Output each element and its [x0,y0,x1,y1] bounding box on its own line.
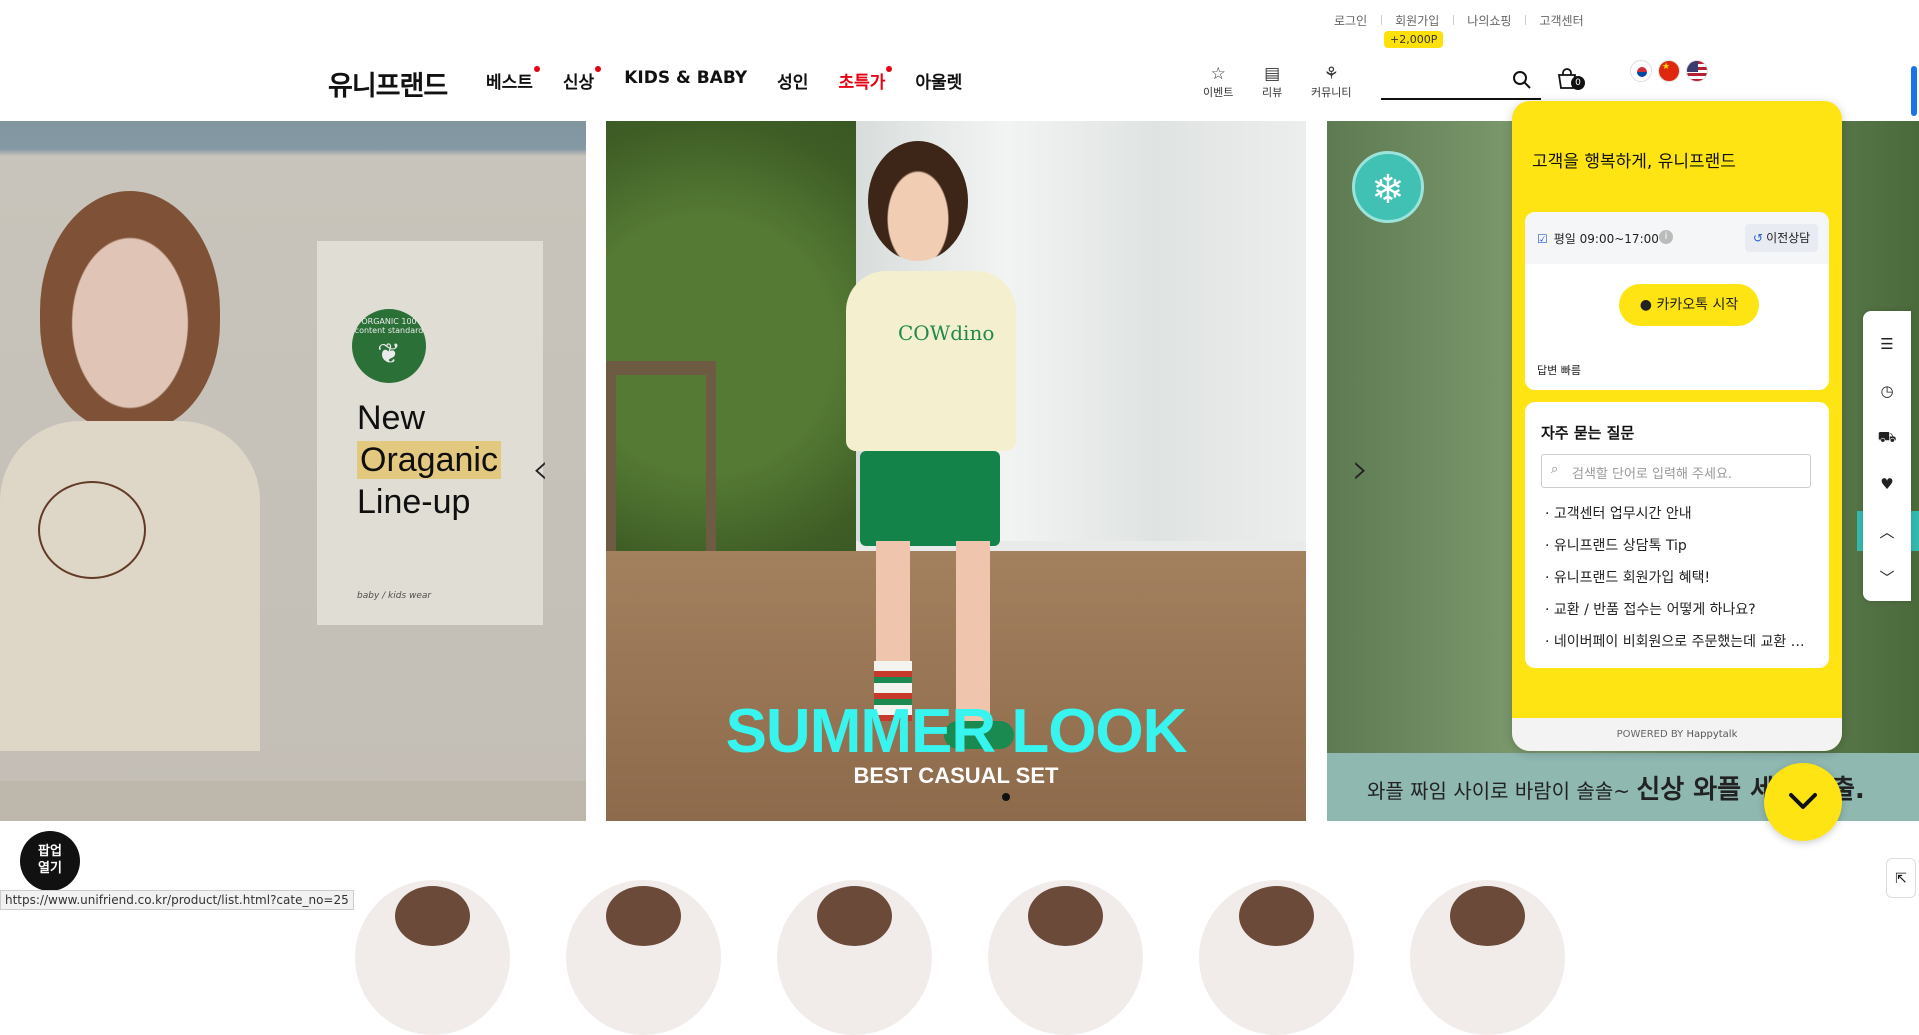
category-circles [355,880,1565,1035]
fast-reply-label: 답변 빠름 [1537,364,1581,377]
community-icon: ⚘ [1323,64,1339,84]
banner-slide-summer-look[interactable]: COWdino SUMMER LOOK BEST CASUAL SET [606,121,1306,821]
heart-icon[interactable]: ♥ [1863,461,1911,508]
new-dot [886,66,893,72]
main-nav: 베스트 신상 KIDS & BABY 성인 초특가 아울렛 [486,66,992,93]
login-link[interactable]: 로그인 [1320,12,1381,29]
faq-box: 자주 묻는 질문 ⌕ 검색할 단어로 입력해 주세요. · 고객센터 업무시간 … [1525,402,1829,668]
kakao-start-button[interactable]: ● 카카오톡 시작 [1619,284,1759,326]
china-flag-icon[interactable] [1658,60,1680,82]
faq-title: 자주 묻는 질문 [1541,424,1635,442]
business-hours: ☑ 평일 09:00~17:00 [1537,232,1659,246]
signup-link[interactable]: 회원가입 [1381,12,1453,29]
nav-new[interactable]: 신상 [563,66,602,93]
prev-slide-arrow-icon[interactable]: ‹ [532,444,549,493]
chat-widget: 고객을 행복하게, 유니프랜드 ☑ 평일 09:00~17:00 i ↺ 이전상담 … [1512,101,1842,751]
banner-title: SUMMER LOOK [725,697,1188,766]
review-icon: ▤ [1264,64,1281,84]
faq-item[interactable]: · 교환 / 반품 접수는 어떻게 하나요? [1545,594,1815,626]
leg-image [876,541,910,681]
search-icon[interactable] [1512,70,1532,95]
category-circle[interactable] [566,880,721,1035]
new-dot [533,66,540,72]
faq-item[interactable]: · 네이버페이 비회원으로 주문했는데 교환 … [1545,626,1815,658]
event-menu[interactable]: ☆ 이벤트 [1203,64,1233,100]
nav-adult[interactable]: 성인 [777,68,808,93]
cart-count-badge: 0 [1571,76,1585,90]
review-menu[interactable]: ▤ 리뷰 [1262,64,1282,100]
faq-item[interactable]: · 유니프랜드 상담톡 Tip [1545,530,1815,562]
chevron-up-icon[interactable]: ︿ [1863,508,1911,555]
my-shopping-link[interactable]: 나의쇼핑 [1453,12,1525,29]
faq-search-input[interactable]: ⌕ 검색할 단어로 입력해 주세요. [1541,454,1811,488]
utility-links: 로그인 회원가입 나의쇼핑 고객센터 [1320,12,1598,29]
community-menu[interactable]: ⚘ 커뮤니티 [1311,64,1351,100]
category-circle[interactable] [988,880,1143,1035]
site-logo[interactable]: 유니프랜드 [328,64,448,103]
korea-flag-icon[interactable] [1630,60,1652,82]
new-dot [595,66,602,72]
hours-row: ☑ 평일 09:00~17:00 i ↺ 이전상담 [1525,212,1829,264]
search-icon: ⌕ [1551,462,1559,477]
previous-chat-button[interactable]: ↺ 이전상담 [1745,224,1819,252]
star-icon: ☆ [1210,64,1226,84]
faq-item[interactable]: · 유니프랜드 회원가입 혜택! [1545,562,1815,594]
usa-flag-icon[interactable] [1686,60,1708,82]
shorts-image [860,451,1000,546]
history-icon: ↺ [1753,231,1764,245]
menu-icon[interactable]: ☰ [1863,321,1911,368]
status-bar-url: https://www.unifriend.co.kr/product/list… [0,890,354,910]
sidebar-toggle-icon[interactable]: ⇱ [1886,858,1916,898]
tshirt-print-text: COWdino [898,321,995,345]
customer-center-link[interactable]: 고객센터 [1525,12,1597,29]
language-flags [1630,60,1708,82]
category-circle[interactable] [1410,880,1565,1035]
quick-sidebar: ☰ ◷ ⛟ ♥ ︿ ﹀ [1863,311,1911,601]
signup-point-badge: +2,000P [1384,31,1444,48]
scrollbar-thumb[interactable] [1911,66,1917,116]
category-circle[interactable] [777,880,932,1035]
nav-super-sale[interactable]: 초특가 [838,66,893,93]
info-icon[interactable]: i [1659,230,1673,244]
slide-pager-dot[interactable] [1002,793,1010,801]
chat-consult-box: ☑ 평일 09:00~17:00 i ↺ 이전상담 ● 카카오톡 시작 답변 빠름 [1525,212,1829,390]
banner-slide-organic[interactable]: ORGANIC 100 content standard ❦ New Oraga… [0,121,586,821]
inactive-overlay [0,121,586,821]
banner-subtitle: BEST CASUAL SET [853,763,1059,788]
next-slide-arrow-icon[interactable]: › [1352,444,1369,493]
nav-kids-baby[interactable]: KIDS & BABY [624,68,747,93]
chat-collapse-button[interactable] [1764,763,1842,841]
speech-bubble-icon: ● [1639,297,1653,313]
model-image [868,141,968,261]
powered-by-footer: POWERED BY Happytalk [1512,718,1842,751]
recent-view-icon[interactable]: ◷ [1863,368,1911,415]
calendar-icon: ☑ [1537,232,1548,246]
faq-list: · 고객센터 업무시간 안내 · 유니프랜드 상담톡 Tip · 유니프랜드 회… [1545,498,1815,658]
faq-item[interactable]: · 고객센터 업무시간 안내 [1545,498,1815,530]
happytalk-logo: Happytalk [1686,729,1738,740]
open-popup-button[interactable]: 팝업 열기 [20,831,80,891]
category-circle[interactable] [1199,880,1354,1035]
chat-title: 고객을 행복하게, 유니프랜드 [1532,152,1736,172]
snowflake-icon: ❄ [1352,151,1424,223]
category-circle[interactable] [355,880,510,1035]
nav-best[interactable]: 베스트 [486,66,540,93]
tshirt-image [846,271,1016,451]
cart-icon[interactable]: ⛟ [1863,414,1911,461]
nav-outlet[interactable]: 아울렛 [915,68,962,93]
chevron-down-icon [1789,793,1817,809]
chevron-down-icon[interactable]: ﹀ [1863,554,1911,601]
wooden-chair-image [606,361,716,581]
